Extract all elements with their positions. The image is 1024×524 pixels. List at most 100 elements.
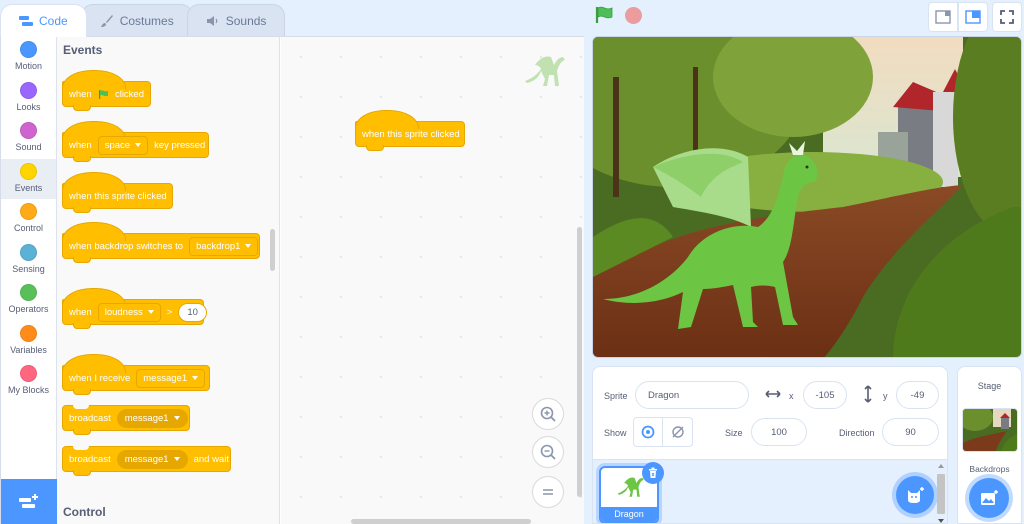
block-when-flag-clicked[interactable]: when clicked <box>62 70 151 111</box>
backdrops-label: Backdrops <box>969 464 1010 474</box>
block-text: clicked <box>114 88 144 100</box>
caret-down-icon <box>147 310 154 314</box>
block-palette: Events when clicked when space key press… <box>57 37 280 524</box>
editor-tabs: Code Costumes Sounds <box>0 0 286 37</box>
block-text: key pressed <box>154 139 206 151</box>
direction-label: Direction <box>839 428 875 438</box>
zoom-out-icon <box>540 444 556 460</box>
choose-sprite-button[interactable] <box>896 476 934 514</box>
stage-thumbnail[interactable] <box>962 408 1018 452</box>
zoom-reset-icon <box>543 489 553 495</box>
category-label: Looks <box>16 101 41 112</box>
workspace-vertical-scrollbar[interactable] <box>577 227 582 497</box>
category-variables[interactable]: Variables <box>1 321 56 362</box>
block-text: when this sprite clicked <box>362 128 460 140</box>
x-position-input[interactable]: -105 <box>803 381 847 409</box>
sensor-dropdown[interactable]: loudness <box>97 302 161 322</box>
choose-backdrop-button[interactable] <box>969 478 1009 518</box>
tab-code[interactable]: Code <box>0 4 87 37</box>
broadcast-message-dropdown[interactable]: message1 <box>116 408 188 428</box>
tab-sounds-label: Sounds <box>225 13 267 28</box>
small-stage-button[interactable] <box>928 2 958 32</box>
message-dropdown[interactable]: message1 <box>136 368 206 388</box>
zoom-reset-button[interactable] <box>532 476 564 508</box>
palette-scrollbar[interactable] <box>270 229 275 271</box>
tab-costumes-label: Costumes <box>119 13 174 28</box>
category-label: Sensing <box>12 263 45 274</box>
block-text: > <box>166 306 173 318</box>
eye-icon <box>641 425 655 439</box>
block-when-loudness-greater[interactable]: when loudness > 10 <box>62 288 207 329</box>
block-when-i-receive[interactable]: when I receive message1 <box>62 354 210 395</box>
category-motion[interactable]: Motion <box>1 37 56 78</box>
hide-sprite-button[interactable] <box>663 417 693 447</box>
category-control[interactable]: Control <box>1 199 56 240</box>
block-when-key-pressed[interactable]: when space key pressed <box>62 121 209 162</box>
y-position-input[interactable]: -49 <box>896 381 939 409</box>
tab-costumes[interactable]: Costumes <box>80 4 193 36</box>
stage-selector[interactable]: Stage Backdrops <box>957 366 1022 524</box>
category-label: Variables <box>10 344 47 355</box>
broadcast-wait-message-value: message1 <box>124 453 169 465</box>
add-extension-button[interactable] <box>1 479 57 524</box>
tab-sounds[interactable]: Sounds <box>186 4 286 36</box>
image-plus-icon <box>981 490 998 505</box>
category-looks[interactable]: Looks <box>1 78 56 119</box>
category-sound[interactable]: Sound <box>1 118 56 159</box>
direction-input[interactable]: 90 <box>882 418 939 446</box>
trash-icon <box>649 467 657 478</box>
normal-stage-button[interactable] <box>958 2 988 32</box>
looks-dot-icon <box>20 81 37 99</box>
category-operators[interactable]: Operators <box>1 280 56 321</box>
category-label: Operators <box>8 304 49 314</box>
scroll-up-arrow[interactable] <box>938 464 944 468</box>
cat-plus-icon <box>908 487 924 503</box>
size-input[interactable]: 100 <box>751 418 807 446</box>
sprite-name-input[interactable]: Dragon <box>635 381 749 409</box>
block-when-sprite-clicked[interactable]: when this sprite clicked <box>62 172 173 213</box>
delete-sprite-button[interactable] <box>642 462 664 484</box>
green-flag-icon <box>595 6 613 23</box>
block-text: when backdrop switches to <box>69 240 184 252</box>
backdrop-dropdown-value: backdrop1 <box>196 240 241 252</box>
sprite-name-label: Sprite <box>604 391 628 401</box>
add-extension-icon <box>19 494 38 508</box>
workspace-horizontal-scrollbar[interactable] <box>351 519 531 524</box>
key-dropdown[interactable]: space <box>97 135 149 155</box>
script-when-sprite-clicked[interactable]: when this sprite clicked <box>355 110 465 151</box>
control-dot-icon <box>20 203 37 220</box>
category-my-blocks[interactable]: My Blocks <box>1 361 56 402</box>
sprite-ghost-icon <box>525 56 565 86</box>
category-sensing[interactable]: Sensing <box>1 240 56 281</box>
visibility-toggle <box>633 417 693 447</box>
eye-slash-icon <box>671 426 684 438</box>
category-label: Sound <box>15 142 42 152</box>
sprite-tile-name: Dragon <box>601 507 657 522</box>
zoom-out-button[interactable] <box>532 436 564 468</box>
zoom-in-button[interactable] <box>532 398 564 430</box>
stop-button[interactable] <box>625 7 642 24</box>
sprite-list-scrollbar[interactable] <box>937 474 945 514</box>
sound-dot-icon <box>20 122 37 139</box>
code-area: Motion Looks Sound Events Control Sensin… <box>0 36 584 524</box>
category-events[interactable]: Events <box>1 158 56 199</box>
green-flag-button[interactable] <box>594 5 614 30</box>
block-broadcast[interactable]: broadcast message1 <box>62 405 190 435</box>
stage-canvas[interactable] <box>592 36 1022 358</box>
show-sprite-button[interactable] <box>633 417 663 447</box>
script-workspace[interactable]: when this sprite clicked <box>281 37 584 524</box>
backdrop-thumbnail <box>963 409 1017 451</box>
broadcast-wait-message-dropdown[interactable]: message1 <box>116 449 188 469</box>
backdrop-dropdown[interactable]: backdrop1 <box>189 236 259 256</box>
scratch-editor: Code Costumes Sounds Motion Looks Sound … <box>0 0 1024 524</box>
fullscreen-button[interactable] <box>992 2 1022 32</box>
scroll-down-arrow[interactable] <box>938 519 944 523</box>
block-when-backdrop-switches[interactable]: when backdrop switches to backdrop1 <box>62 222 260 263</box>
brush-icon <box>100 14 113 27</box>
block-broadcast-and-wait[interactable]: broadcast message1 and wait <box>62 446 231 476</box>
y-label: y <box>883 391 888 401</box>
tab-code-label: Code <box>39 14 68 28</box>
loudness-value-input[interactable]: 10 <box>178 302 207 322</box>
category-menu: Motion Looks Sound Events Control Sensin… <box>1 37 57 524</box>
caret-down-icon <box>245 244 252 248</box>
